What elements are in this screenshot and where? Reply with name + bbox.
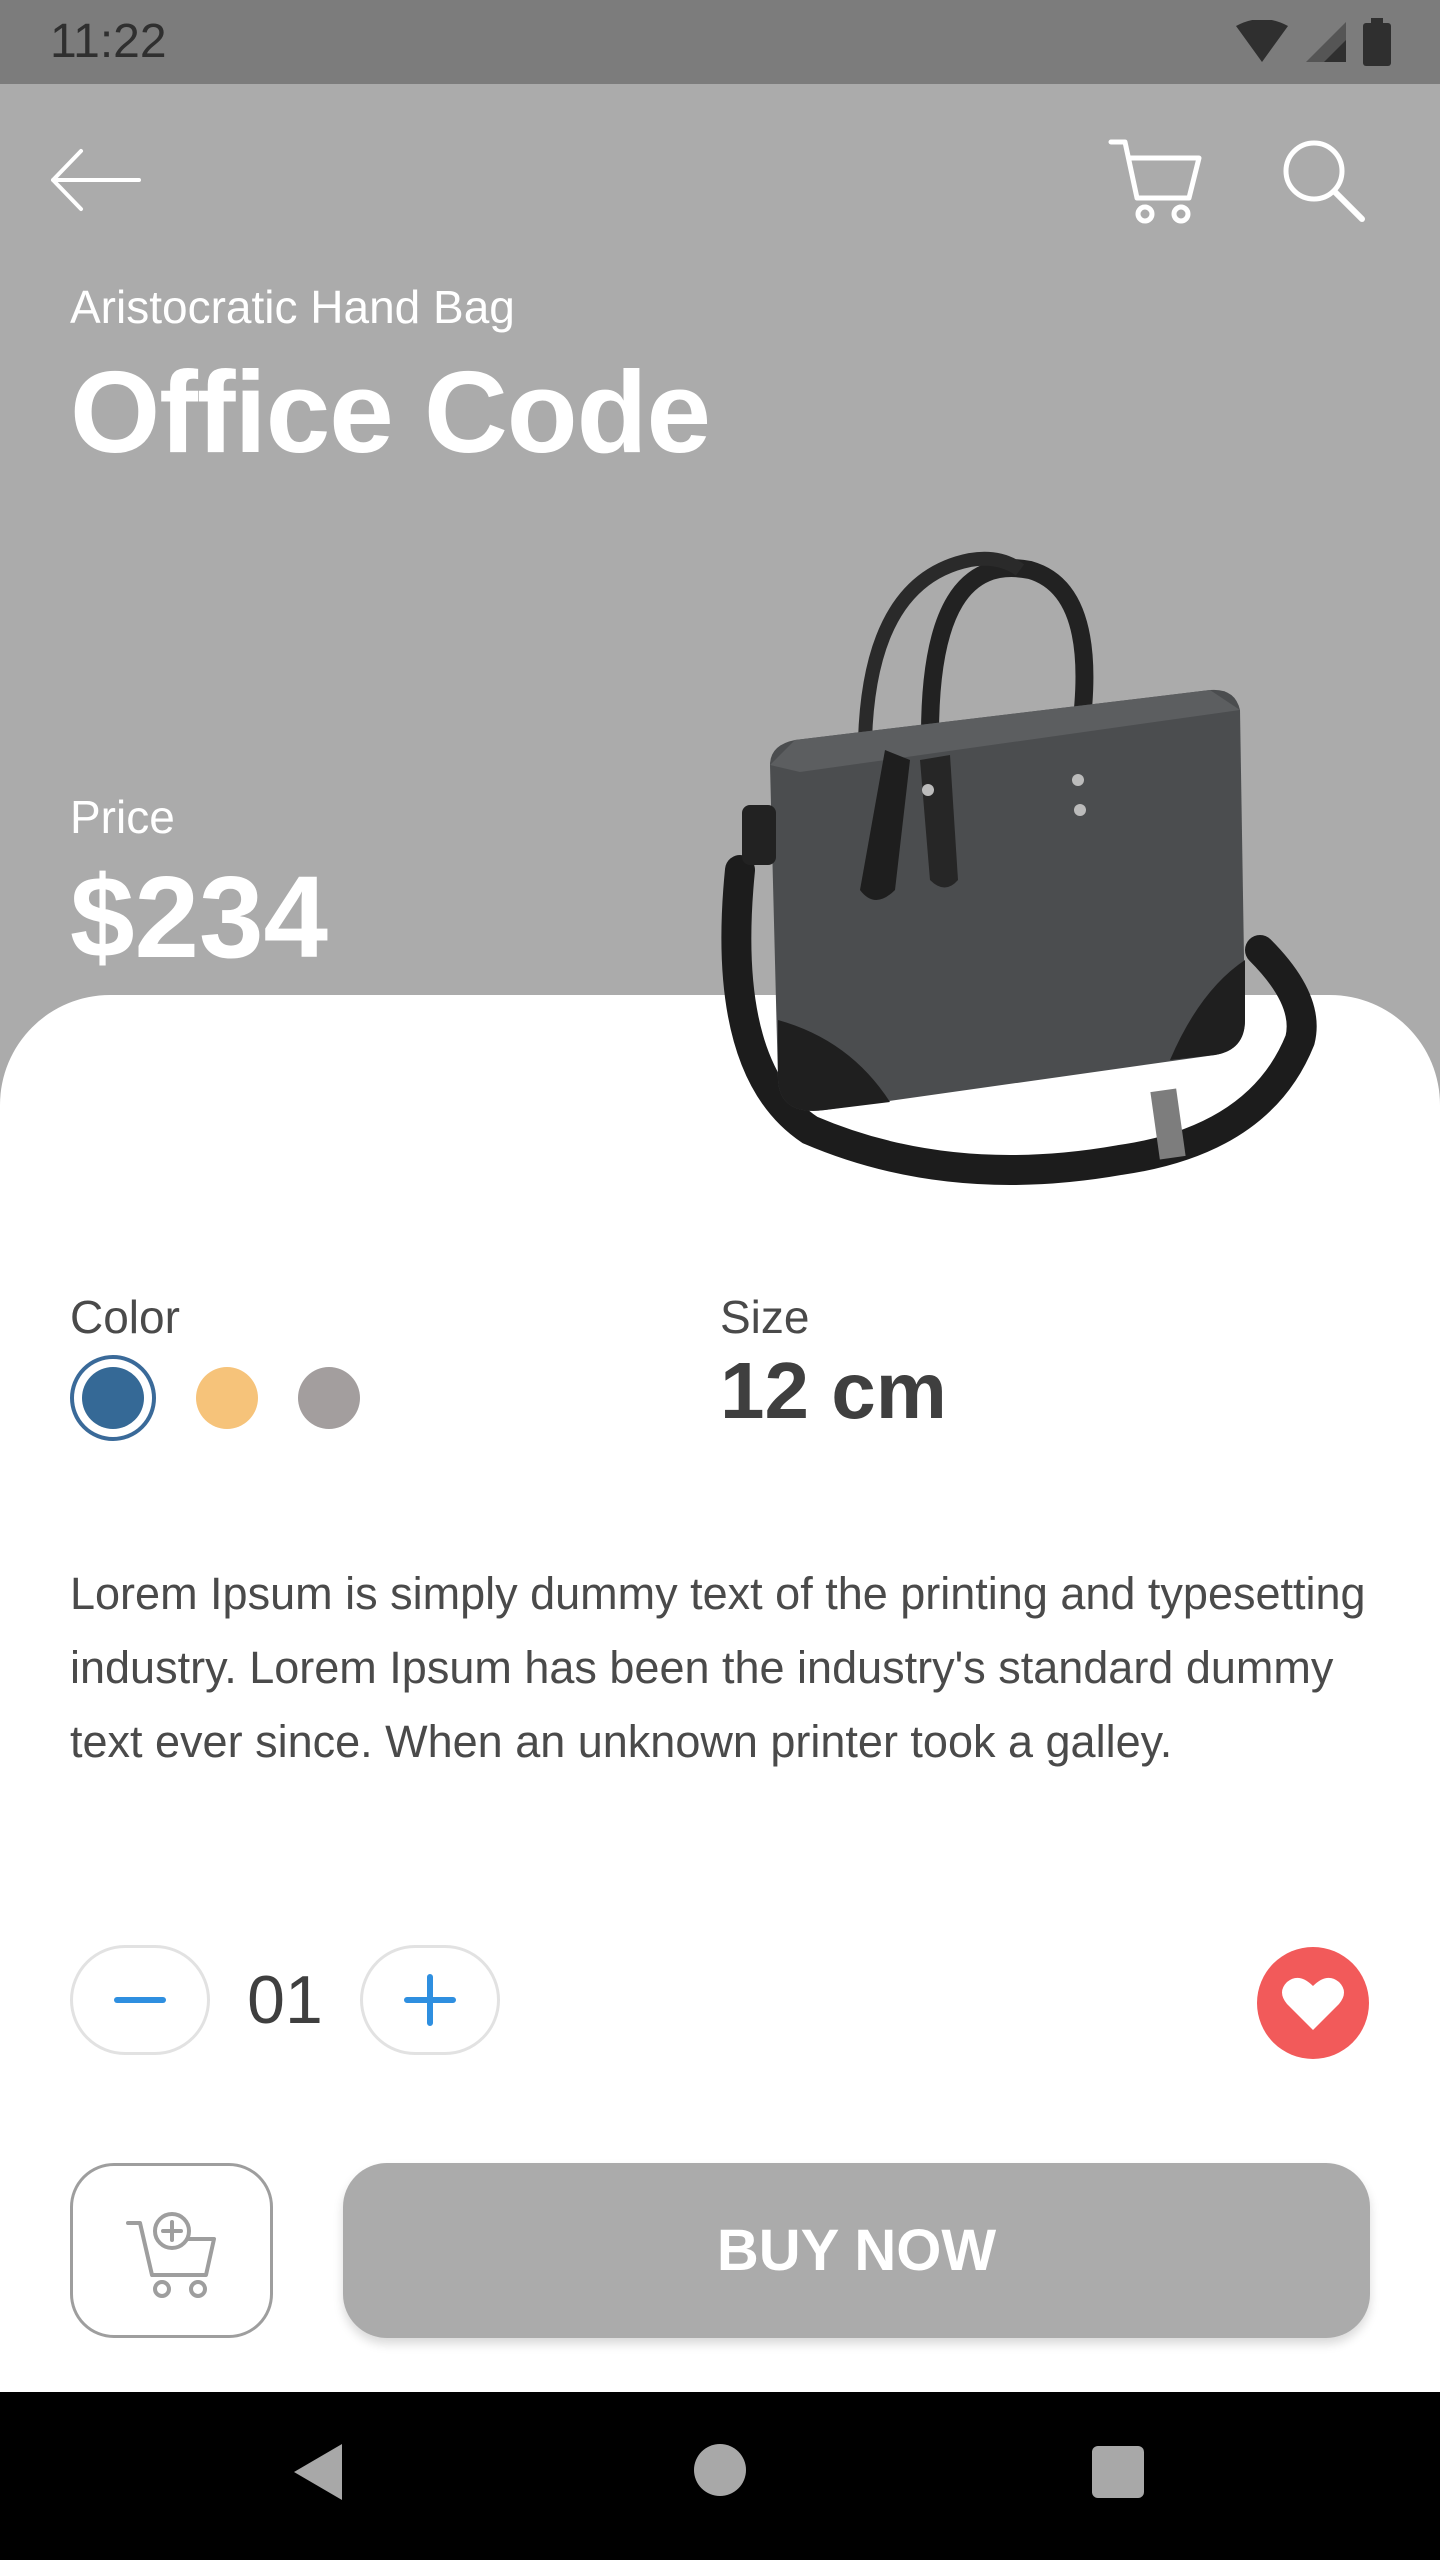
product-title: Office Code — [70, 347, 711, 477]
price-label: Price — [70, 791, 175, 843]
search-icon — [1283, 140, 1365, 222]
color-swatch-gray[interactable] — [298, 1367, 360, 1429]
system-navigation-bar — [0, 2392, 1440, 2560]
system-recents-icon[interactable] — [1092, 2446, 1144, 2498]
cart-button[interactable] — [1100, 130, 1210, 230]
size-label: Size — [720, 1291, 810, 1343]
cart-icon — [1108, 139, 1202, 224]
quantity-stepper: 01 — [70, 1945, 500, 2055]
handbag-image — [721, 551, 1317, 1185]
add-to-cart-button[interactable] — [70, 2163, 273, 2338]
search-button[interactable] — [1268, 130, 1378, 230]
buy-now-button[interactable]: BUY NOW — [343, 2163, 1370, 2338]
quantity-increase-button[interactable] — [360, 1945, 500, 2055]
product-description: Lorem Ipsum is simply dummy text of the … — [70, 1568, 1366, 1767]
favorite-button[interactable] — [1257, 1947, 1369, 2059]
wifi-icon — [1236, 20, 1288, 62]
status-time: 11:22 — [50, 15, 167, 68]
cart-plus-icon — [125, 2211, 216, 2298]
heart-icon — [1282, 1977, 1344, 2030]
system-home-icon[interactable] — [694, 2444, 746, 2496]
system-back-icon[interactable] — [290, 2442, 346, 2502]
color-swatch-yellow[interactable] — [196, 1367, 258, 1429]
arrow-left-icon — [51, 149, 141, 211]
minus-icon — [114, 1997, 166, 2003]
status-bar: 11:22 — [0, 0, 1440, 84]
signal-icon — [1306, 22, 1346, 62]
color-swatch-dot — [82, 1367, 144, 1429]
price-value: $234 — [70, 852, 329, 982]
status-icons — [1234, 18, 1392, 66]
size-value: 12 cm — [720, 1346, 947, 1435]
quantity-decrease-button[interactable] — [70, 1945, 210, 2055]
battery-icon — [1363, 18, 1391, 66]
quantity-value: 01 — [247, 1962, 323, 2038]
back-button[interactable] — [40, 130, 150, 230]
color-swatches — [70, 1355, 360, 1441]
plus-icon — [404, 1974, 456, 2026]
color-label: Color — [70, 1291, 180, 1343]
product-subtitle: Aristocratic Hand Bag — [70, 281, 515, 333]
color-swatch-blue[interactable] — [70, 1355, 156, 1441]
